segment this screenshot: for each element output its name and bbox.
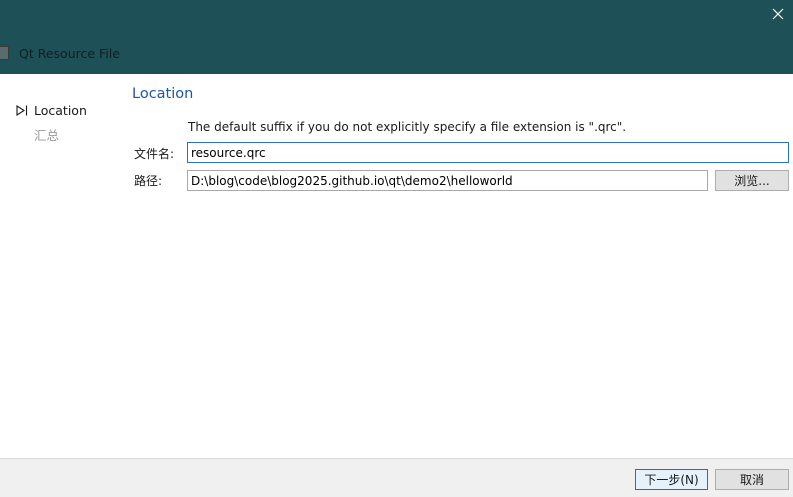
suffix-hint: The default suffix if you do not explici…: [188, 120, 627, 134]
path-label: 路径:: [134, 174, 163, 188]
window-header: Qt Resource File: [0, 42, 120, 64]
close-button[interactable]: [765, 2, 791, 26]
file-name-label: 文件名:: [134, 147, 175, 161]
close-icon: [772, 8, 784, 20]
next-button[interactable]: 下一步(N): [635, 469, 708, 490]
wizard-steps-sidebar: Location 汇总: [0, 74, 124, 458]
step-location: Location: [16, 103, 87, 118]
step-label: Location: [34, 103, 87, 118]
title-bar: Qt Resource File: [0, 0, 793, 74]
window-title: Qt Resource File: [19, 45, 120, 61]
file-icon: [0, 46, 9, 60]
cancel-button[interactable]: 取消: [715, 469, 789, 490]
file-name-input[interactable]: [187, 142, 789, 163]
current-step-triangle-icon: [16, 105, 28, 116]
browse-button[interactable]: 浏览...: [715, 170, 789, 191]
path-input[interactable]: [187, 170, 708, 191]
page-title: Location: [132, 86, 194, 102]
step-summary: 汇总: [34, 128, 60, 143]
footer-bar: 下一步(N) 取消: [0, 458, 793, 497]
